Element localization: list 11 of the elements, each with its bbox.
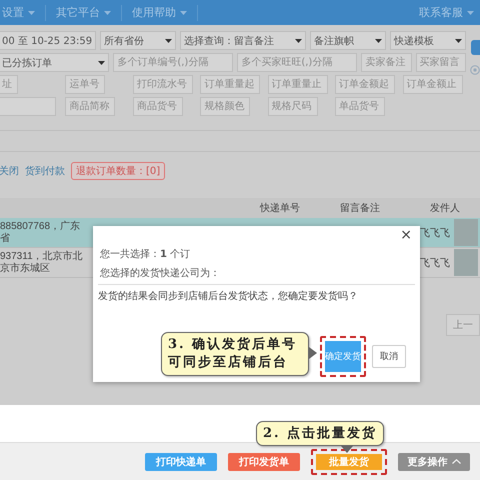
address-text: 937311，北京市北京市东城区 (0, 250, 84, 274)
confirm-message: 发货的结果会同步到店铺后台发货状态，您确定要发货吗？ (98, 290, 358, 303)
sender-name: 飞飞飞 (420, 256, 450, 270)
sender-name: 飞飞飞 (420, 226, 450, 240)
refund-count-badge: 退款订单数量：[0] (71, 162, 166, 180)
selection-summary: 您一共选择：1 个订 (100, 248, 190, 261)
column-header: 快递单号 (260, 202, 300, 215)
address-text: 885807768，广东省 (0, 220, 82, 244)
column-header: 留言备注 (340, 202, 380, 215)
courier-label: 您选择的发货快递公司为： (100, 266, 220, 280)
column-header: 发件人 (430, 202, 460, 215)
